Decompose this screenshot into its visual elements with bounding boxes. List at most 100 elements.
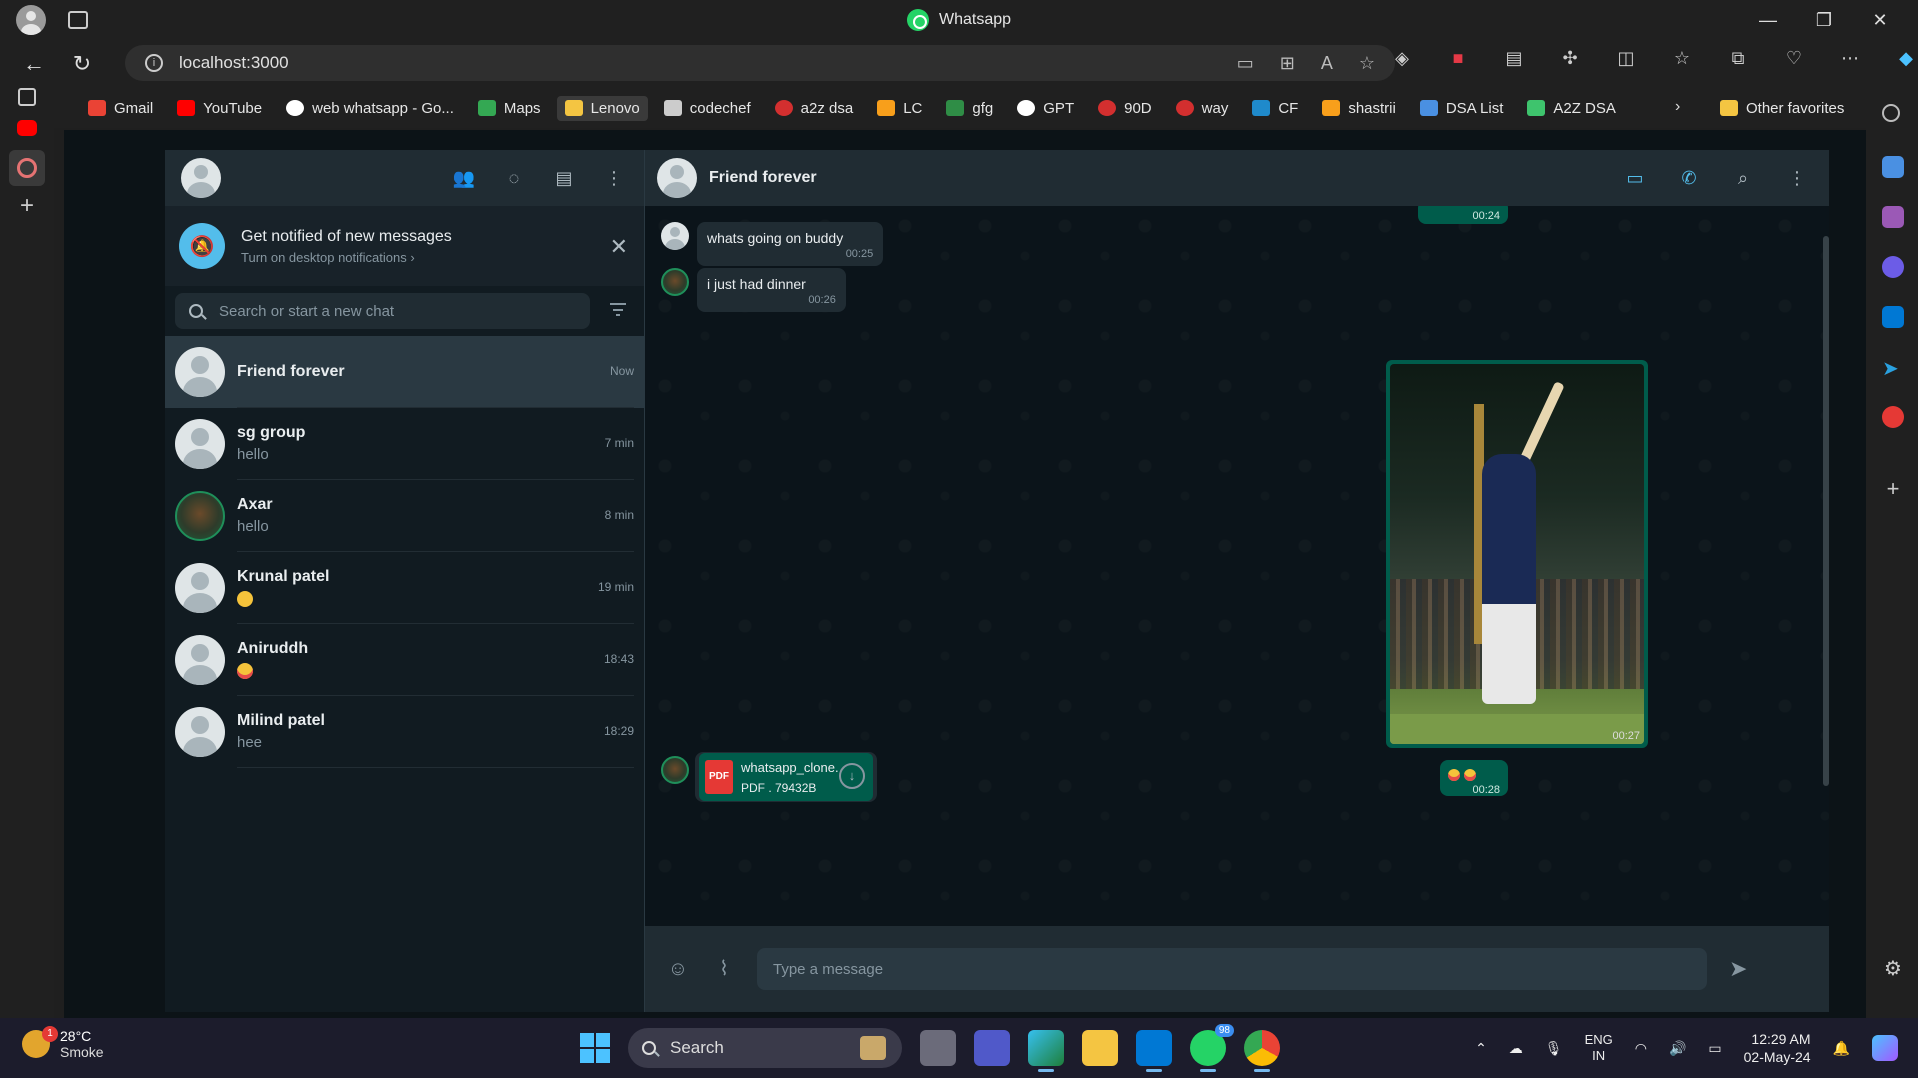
chat-list-item[interactable]: Krunal patel 19 min <box>165 552 644 624</box>
clock[interactable]: 12:29 AM 02-May-24 <box>1744 1030 1811 1066</box>
bookmark-90d[interactable]: 90D <box>1090 96 1160 121</box>
battery-icon[interactable]: ▭ <box>1708 1040 1721 1057</box>
whatsapp-app-icon[interactable]: 98 <box>1190 1024 1234 1072</box>
notification-subtitle-link[interactable]: Turn on desktop notifications › <box>241 250 452 265</box>
favorite-star-icon[interactable]: ☆ <box>1359 53 1375 74</box>
vscode-icon[interactable] <box>1136 1030 1172 1072</box>
bookmark-lc[interactable]: LC <box>869 96 930 121</box>
send-icon[interactable]: ➤ <box>1729 955 1757 983</box>
bookmark-cf[interactable]: CF <box>1244 96 1306 121</box>
telegram-icon[interactable]: ➤ <box>1882 356 1904 380</box>
url-field[interactable]: i localhost:3000 ▭ ⊞ A ☆ <box>125 45 1395 81</box>
vertical-tabs-icon[interactable] <box>18 88 36 106</box>
bookmarks-overflow-chevron-icon[interactable]: › <box>1675 98 1680 116</box>
refresh-icon[interactable]: ↻ <box>62 51 102 77</box>
chat-menu-kebab-icon[interactable]: ⋮ <box>1785 166 1809 190</box>
image-message[interactable]: 00:27 <box>1386 360 1648 748</box>
bookmark-a2z-dsa-2[interactable]: A2Z DSA <box>1519 96 1624 121</box>
communities-icon[interactable]: 👥 <box>452 166 476 190</box>
edge-browser-icon[interactable] <box>1028 1030 1064 1072</box>
copilot-taskbar-icon[interactable] <box>1872 1035 1898 1061</box>
back-icon[interactable]: ← <box>14 51 54 77</box>
tab-actions-icon[interactable] <box>68 11 88 29</box>
bookmark-a2z-dsa[interactable]: a2z dsa <box>767 96 862 121</box>
menu-kebab-icon[interactable]: ⋮ <box>602 166 626 190</box>
video-icon[interactable]: ▭ <box>1237 53 1254 74</box>
bookmark-shastrii[interactable]: shastrii <box>1314 96 1404 121</box>
bookmark-youtube[interactable]: YouTube <box>169 96 270 121</box>
add-sidebar-app-icon[interactable]: + <box>1882 478 1904 500</box>
pocket-icon[interactable]: ■ <box>1441 48 1475 69</box>
bookmark-lenovo[interactable]: Lenovo <box>556 95 648 121</box>
extensions-puzzle-icon[interactable]: ✣ <box>1553 48 1587 69</box>
tools-icon[interactable] <box>1882 206 1904 228</box>
close-icon[interactable]: ✕ <box>610 234 628 260</box>
close-window-button[interactable]: ✕ <box>1852 10 1908 31</box>
volume-icon[interactable]: 🔊 <box>1669 1040 1686 1057</box>
bookmark-codechef[interactable]: codechef <box>656 96 759 121</box>
taskbar-search[interactable]: Search <box>628 1028 902 1068</box>
contact-avatar[interactable] <box>657 158 697 198</box>
new-chat-icon[interactable]: ▤ <box>552 166 576 190</box>
bookmark-gpt[interactable]: GPT <box>1009 96 1082 121</box>
split-screen-icon[interactable]: ◫ <box>1609 48 1643 69</box>
contact-name[interactable]: Friend forever <box>709 169 817 187</box>
emoji-picker-icon[interactable]: ☺ <box>665 956 691 982</box>
new-tab-plus-icon[interactable]: + <box>15 194 39 220</box>
read-aloud-icon[interactable]: A <box>1321 53 1333 74</box>
download-icon[interactable]: ↓ <box>839 763 865 789</box>
show-hidden-icons-chevron-icon[interactable]: ⌃ <box>1475 1040 1487 1057</box>
copilot-sidebar-icon[interactable] <box>1882 256 1904 278</box>
youtube-music-icon[interactable] <box>1882 406 1904 428</box>
start-windows-icon[interactable] <box>580 1033 610 1063</box>
teams-icon[interactable] <box>974 1030 1010 1066</box>
search-in-chat-icon[interactable]: ⌕ <box>1731 166 1755 190</box>
bookmark-gmail[interactable]: Gmail <box>80 96 161 121</box>
messages-scrollbar[interactable] <box>1823 236 1829 786</box>
youtube-tab-icon[interactable] <box>17 120 37 136</box>
minimize-button[interactable]: — <box>1740 10 1796 31</box>
chat-list-item[interactable]: sg group hello 7 min <box>165 408 644 480</box>
collections-icon[interactable]: ⧉ <box>1721 48 1755 69</box>
my-profile-avatar[interactable] <box>181 158 221 198</box>
voice-call-icon[interactable]: ✆ <box>1677 166 1701 190</box>
onedrive-cloud-icon[interactable]: ☁ <box>1509 1040 1523 1057</box>
profile-avatar-icon[interactable] <box>16 5 46 35</box>
bookmark-web-whatsapp[interactable]: web whatsapp - Go... <box>278 96 462 121</box>
message-input[interactable]: Type a message <box>757 948 1707 990</box>
bookmark-way[interactable]: way <box>1168 96 1237 121</box>
language-indicator[interactable]: ENG IN <box>1585 1032 1613 1064</box>
bookmark-dsa-list[interactable]: DSA List <box>1412 96 1512 121</box>
copilot-icon[interactable]: ◆ <box>1889 48 1918 69</box>
chat-list-item[interactable]: Aniruddh 18:43 <box>165 624 644 696</box>
chat-list-item[interactable]: Friend forever Now <box>165 336 644 408</box>
weather-widget[interactable]: 1 28°C Smoke <box>22 1026 104 1060</box>
restore-button[interactable]: ❐ <box>1796 10 1852 31</box>
app-available-icon[interactable]: ⊞ <box>1280 53 1295 74</box>
attach-paperclip-icon[interactable]: ⌇ <box>711 956 737 982</box>
status-icon[interactable]: ◌ <box>502 166 526 190</box>
health-icon[interactable]: ♡ <box>1777 48 1811 69</box>
outlook-icon[interactable] <box>1882 306 1904 328</box>
stats-icon[interactable]: ▤ <box>1497 48 1531 69</box>
sidebar-settings-gear-icon[interactable]: ⚙ <box>1882 958 1904 980</box>
extension-icon[interactable]: ◈ <box>1385 48 1419 69</box>
task-view-icon[interactable] <box>920 1030 956 1066</box>
chrome-icon[interactable] <box>1244 1030 1280 1072</box>
notification-banner[interactable]: 🔕 Get notified of new messages Turn on d… <box>165 206 644 286</box>
search-input[interactable]: Search or start a new chat <box>175 293 590 329</box>
url-text[interactable]: localhost:3000 <box>179 53 289 73</box>
document-message[interactable]: PDF whatsapp_clone. PDF . 79432B ↓ <box>695 752 877 802</box>
wifi-icon[interactable]: ◠ <box>1635 1040 1647 1057</box>
chat-list-item[interactable]: Milind patel hee 18:29 <box>165 696 644 768</box>
shopping-tag-icon[interactable] <box>1882 156 1904 178</box>
filter-icon[interactable] <box>610 303 626 317</box>
other-favorites[interactable]: Other favorites <box>1720 88 1844 128</box>
bookmark-gfg[interactable]: gfg <box>938 96 1001 121</box>
video-call-icon[interactable]: ▭ <box>1623 166 1647 190</box>
notifications-icon[interactable]: 🔔 <box>1833 1040 1850 1057</box>
microphone-icon[interactable]: 🎙 <box>1545 1040 1563 1057</box>
more-menu-icon[interactable]: ⋯ <box>1833 48 1867 69</box>
chat-list-item[interactable]: Axar hello 8 min <box>165 480 644 552</box>
file-explorer-icon[interactable] <box>1082 1030 1118 1066</box>
